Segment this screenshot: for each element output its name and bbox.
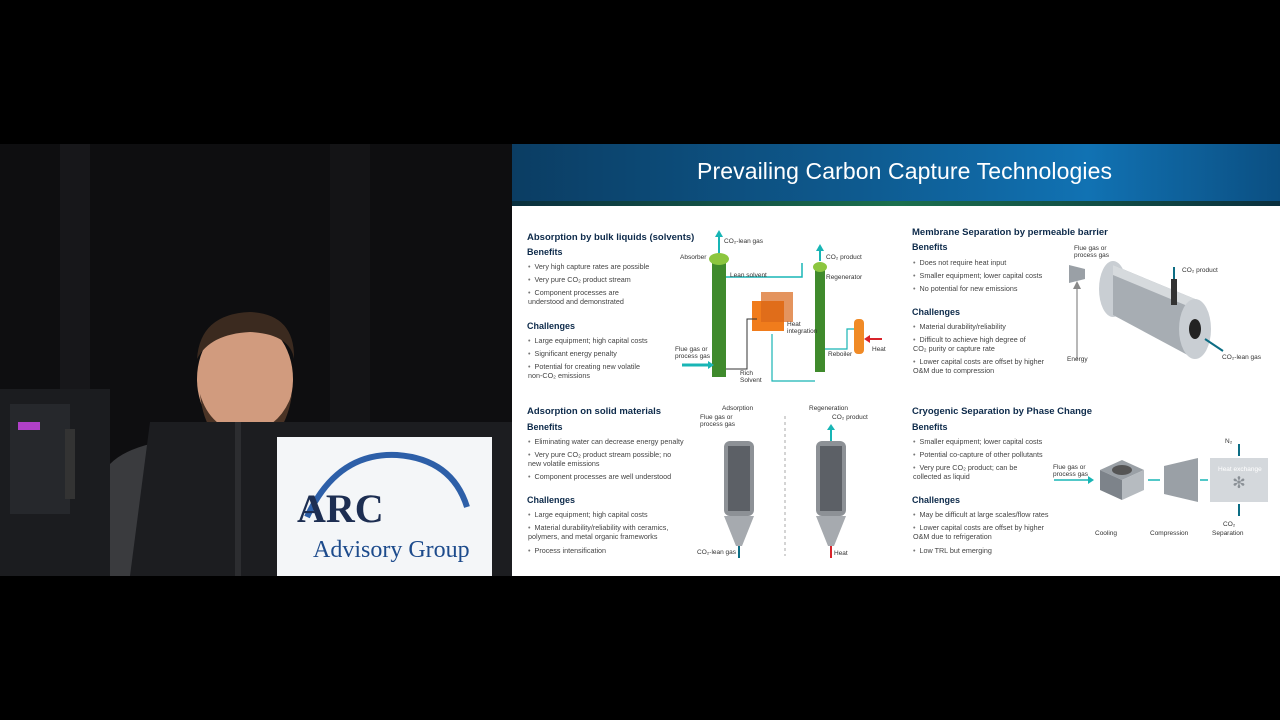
membrane-diagram: [1069, 261, 1224, 359]
absorber-column: [712, 259, 726, 377]
membrane-label-energy: Energy: [1067, 356, 1088, 363]
absorption-label-heat: Heat: [872, 346, 886, 353]
membrane-challenge-item: • Difficult to achieve high degree of CO₂…: [913, 335, 1026, 353]
absorption-label-regenerator: Regenerator: [826, 274, 863, 281]
cryogenic-title: Cryogenic Separation by Phase Change: [912, 406, 1093, 417]
solid-benefits-label: Benefits: [527, 422, 563, 432]
solid-diagram: [724, 416, 846, 558]
solid-label-heat: Heat: [834, 550, 848, 557]
cryogenic-challenge-item: • May be difficult at large scales/flow r…: [913, 510, 1049, 519]
absorption-label-co2-product: CO₂ product: [826, 254, 862, 261]
membrane-title: Membrane Separation by permeable barrier: [912, 227, 1108, 238]
cryo-label-separation: Separation: [1212, 530, 1244, 537]
membrane-challenge-item: • Lower capital costs are offset by highe…: [913, 357, 1045, 375]
slide-title: Prevailing Carbon Capture Technologies: [697, 158, 1113, 184]
presentation-slide: Prevailing Carbon Capture Technologies A…: [512, 144, 1280, 576]
slide-header: Prevailing Carbon Capture Technologies: [512, 144, 1280, 206]
video-frame: ARC Advisory Group Prevailing Carbon Cap…: [0, 144, 1280, 576]
absorption-label-absorber: Absorber: [680, 254, 707, 261]
absorption-challenge-item: • Potential for creating new volatile non…: [528, 362, 641, 380]
header-accent-bar: [512, 201, 1280, 206]
cryo-label-compression: Compression: [1150, 530, 1189, 537]
absorption-label-rich-solvent: Rich Solvent: [740, 370, 762, 384]
absorption-label-flue-gas: Flue gas or process gas: [675, 346, 711, 360]
absorption-challenges-label: Challenges: [527, 321, 576, 331]
cryo-label-co2: CO₂: [1223, 521, 1236, 528]
solid-title: Adsorption on solid materials: [527, 406, 662, 417]
absorption-label-heat-integration: Heat integration: [787, 321, 818, 335]
solid-benefit-item: • Component processes are well understood: [528, 472, 672, 481]
speaker-camera-view: ARC Advisory Group: [0, 144, 512, 576]
regenerator-column: [815, 267, 825, 372]
absorption-benefit-item: • Component processes are understood and …: [528, 288, 624, 306]
membrane-benefit-item: • Smaller equipment; lower capital costs: [913, 271, 1043, 280]
cryogenic-challenges-label: Challenges: [912, 495, 961, 505]
absorption-diagram: [682, 230, 882, 382]
membrane-challenges-label: Challenges: [912, 307, 961, 317]
solid-label-regeneration: Regeneration: [809, 405, 849, 412]
reboiler-block: [854, 319, 864, 354]
cryogenic-benefits-label: Benefits: [912, 422, 948, 432]
solid-challenge-item: • Material durability/reliability with ce…: [528, 523, 669, 541]
cryogenic-challenge-item: • Low TRL but emerging: [913, 546, 992, 555]
absorption-benefit-item: • Very high capture rates are possible: [528, 262, 650, 271]
solid-benefit-item: • Eliminating water can decrease energy p…: [528, 437, 684, 446]
solid-challenge-item: • Process intensification: [528, 546, 607, 555]
absorption-benefits-label: Benefits: [527, 247, 563, 257]
absorption-challenge-item: • Large equipment; high capital costs: [528, 336, 648, 345]
absorption-benefit-item: • Very pure CO₂ product stream: [528, 275, 631, 284]
absorption-title: Absorption by bulk liquids (solvents): [527, 232, 695, 243]
absorption-label-reboiler: Reboiler: [828, 351, 853, 358]
compressor-unit: [1164, 458, 1198, 502]
membrane-label-flue-gas: Flue gas or process gas: [1074, 245, 1110, 259]
membrane-benefit-item: • Does not require heat input: [913, 258, 1007, 267]
cryo-label-heat-exchange: Heat exchange: [1218, 466, 1262, 473]
solid-challenges-label: Challenges: [527, 495, 576, 505]
membrane-benefit-item: • No potential for new emissions: [913, 284, 1018, 293]
solid-label-adsorption: Adsorption: [722, 405, 754, 412]
cryogenic-challenge-item: • Lower capital costs are offset by highe…: [913, 523, 1045, 541]
podium-sign: ARC Advisory Group: [277, 437, 492, 576]
absorption-label-lean-gas: CO₂-lean gas: [724, 238, 764, 245]
absorption-challenge-item: • Significant energy penalty: [528, 349, 617, 358]
cryo-label-cooling: Cooling: [1095, 530, 1118, 537]
membrane-inlet-cone: [1069, 265, 1085, 283]
membrane-benefits-label: Benefits: [912, 242, 948, 252]
cryogenic-diagram: ✻: [1054, 444, 1268, 516]
podium-logo-line1: ARC: [297, 486, 384, 531]
solid-challenge-item: • Large equipment; high capital costs: [528, 510, 648, 519]
podium-logo-line2: Advisory Group: [313, 537, 470, 563]
solid-label-lean-gas: CO₂-lean gas: [697, 549, 737, 556]
svg-text:✻: ✻: [1232, 473, 1245, 492]
cryogenic-benefit-item: • Very pure CO₂ product; can be collected…: [913, 463, 1018, 481]
solid-benefit-item: • Very pure CO₂ product stream possible; …: [528, 450, 672, 468]
membrane-label-lean-gas: CO₂-lean gas: [1222, 354, 1262, 361]
absorption-label-lean-solvent: Lean solvent: [730, 272, 767, 279]
cryogenic-benefit-item: • Potential co-capture of other pollutant…: [913, 450, 1043, 459]
membrane-challenge-item: • Material durability/reliability: [913, 322, 1006, 331]
cryogenic-benefit-item: • Smaller equipment; lower capital costs: [913, 437, 1043, 446]
